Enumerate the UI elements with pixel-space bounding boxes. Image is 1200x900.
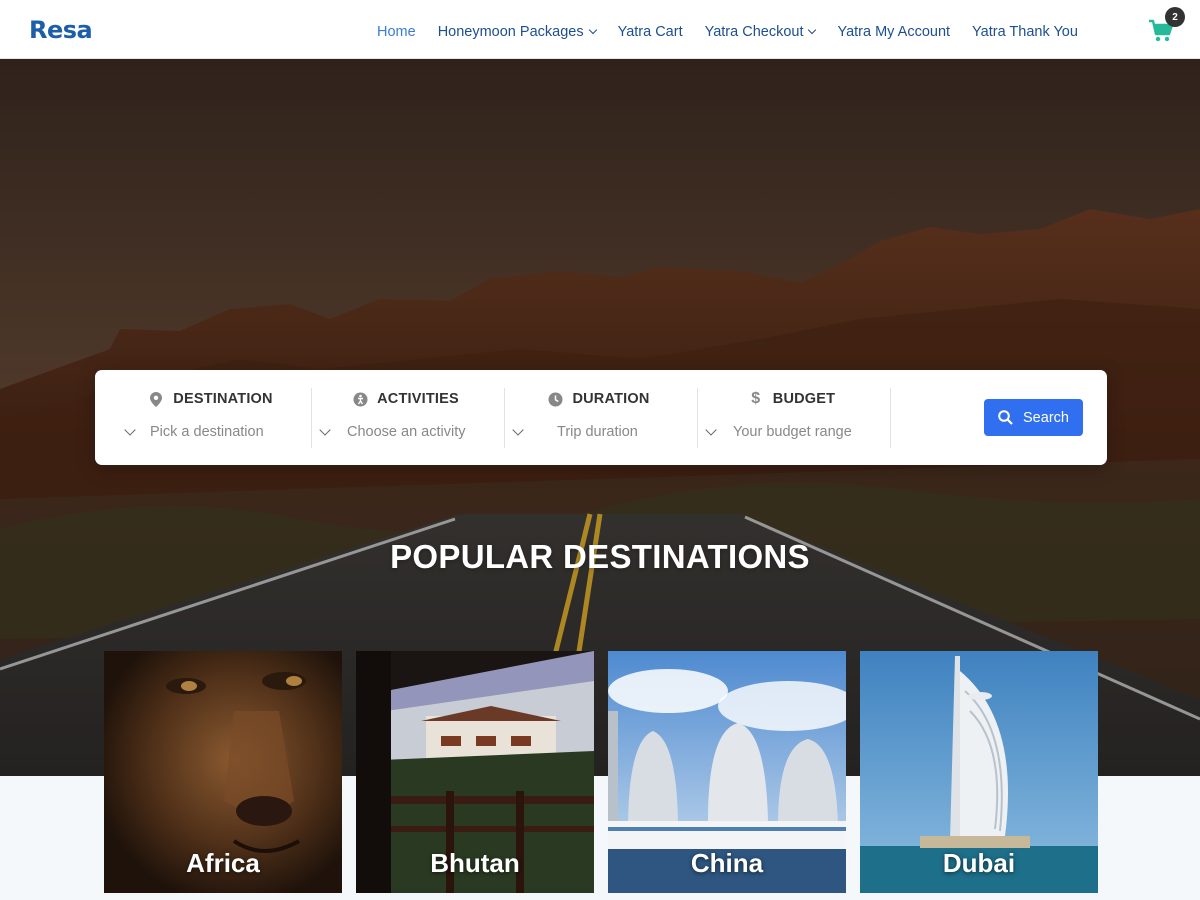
nav-honeymoon-packages[interactable]: Honeymoon Packages (437, 24, 597, 40)
destination-card-africa[interactable]: Africa (104, 651, 342, 893)
cart-count-badge: 2 (1165, 7, 1185, 27)
trip-search-form: DESTINATION Pick a destination ACTIVITIE… (95, 370, 1107, 465)
nav-yatra-cart[interactable]: Yatra Cart (618, 24, 683, 40)
nav-thankyou-label: Yatra Thank You (972, 24, 1078, 40)
chevron-down-icon (705, 423, 717, 436)
destination-name: Dubai (942, 848, 1016, 878)
destination-card-dubai[interactable]: Dubai (860, 651, 1098, 893)
nav-account-label: Yatra My Account (837, 24, 951, 40)
nav-home-label: Home (377, 24, 416, 40)
destination-card-china[interactable]: China (608, 651, 846, 893)
nav-yatra-my-account[interactable]: Yatra My Account (837, 24, 950, 40)
destination-title: DESTINATION (173, 391, 273, 407)
destination-field: DESTINATION Pick a destination (114, 388, 307, 450)
duration-header: DURATION (502, 391, 695, 407)
duration-select[interactable]: Trip duration (502, 423, 695, 440)
budget-select[interactable]: Your budget range (695, 423, 888, 440)
duration-field: DURATION Trip duration (502, 388, 695, 450)
duration-title: DURATION (572, 391, 650, 407)
activities-title: ACTIVITIES (377, 391, 459, 407)
nav-yatra-checkout[interactable]: Yatra Checkout (704, 24, 817, 40)
nav-honeymoon-label: Honeymoon Packages (437, 24, 584, 40)
activities-header: ACTIVITIES (309, 391, 502, 407)
search-button[interactable]: Search (984, 399, 1083, 436)
budget-placeholder: Your budget range (733, 424, 852, 440)
chevron-down-icon (319, 423, 331, 436)
chevron-down-icon (512, 423, 524, 436)
search-button-label: Search (1023, 409, 1069, 426)
destination-name: China (690, 848, 764, 878)
site-logo[interactable]: Resa (29, 16, 93, 44)
chevron-down-icon (124, 423, 136, 436)
activity-icon (352, 391, 368, 407)
clock-icon (547, 391, 563, 407)
nav-cart-label: Yatra Cart (617, 24, 683, 40)
divider (890, 388, 891, 448)
activities-select[interactable]: Choose an activity (309, 423, 502, 440)
budget-header: $ BUDGET (695, 390, 888, 407)
nav-home[interactable]: Home (377, 24, 416, 40)
destination-select[interactable]: Pick a destination (114, 423, 307, 440)
chevron-down-icon (808, 25, 817, 35)
destination-placeholder: Pick a destination (150, 424, 264, 440)
budget-title: BUDGET (772, 391, 836, 407)
destination-name: Bhutan (430, 848, 520, 878)
activities-placeholder: Choose an activity (347, 424, 466, 440)
search-icon (998, 410, 1013, 425)
nav-yatra-thank-you[interactable]: Yatra Thank You (972, 24, 1078, 40)
map-pin-icon (148, 391, 164, 407)
activities-field: ACTIVITIES Choose an activity (309, 388, 502, 450)
budget-field: $ BUDGET Your budget range (695, 388, 888, 450)
duration-placeholder: Trip duration (557, 424, 638, 440)
main-nav: Home Honeymoon Packages Yatra Cart Yatra… (377, 24, 1078, 40)
destination-name: Africa (186, 848, 260, 878)
destination-card-bhutan[interactable]: Bhutan (356, 651, 594, 893)
destination-header: DESTINATION (114, 391, 307, 407)
site-header: Resa Home Honeymoon Packages Yatra Cart … (0, 0, 1200, 59)
chevron-down-icon (588, 25, 597, 35)
popular-destinations-title: POPULAR DESTINATIONS (390, 538, 810, 575)
nav-checkout-label: Yatra Checkout (704, 24, 804, 40)
dollar-icon: $ (751, 390, 761, 407)
